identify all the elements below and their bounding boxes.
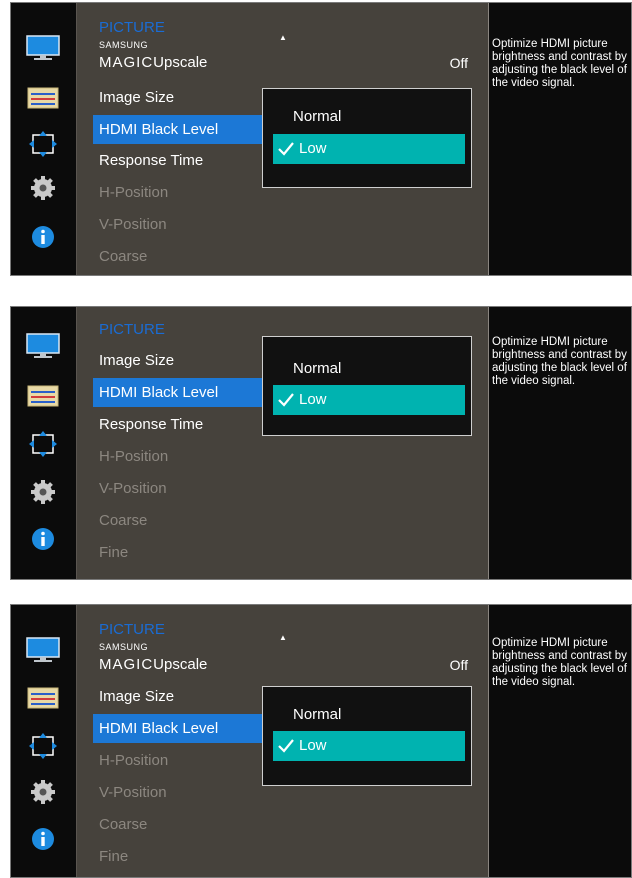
menu-item-h-position: H-Position — [99, 752, 169, 769]
checkmark-icon — [278, 393, 294, 407]
menu-item-magic-upscale[interactable]: SAMSUNG MAGICUpscale — [93, 642, 266, 679]
menu-header: PICTURE — [99, 621, 165, 638]
menu-item-hdmi-black-level[interactable]: HDMI Black Level — [93, 714, 266, 743]
sliders-icon[interactable] — [25, 85, 61, 111]
magic-upscale-value: Off — [449, 55, 468, 71]
checkmark-icon — [278, 142, 294, 156]
option-low-label: Low — [299, 737, 327, 754]
monitor-icon[interactable] — [25, 35, 61, 61]
sliders-icon[interactable] — [25, 685, 61, 711]
monitor-icon[interactable] — [25, 333, 61, 359]
help-description: Optimize HDMI picture brightness and con… — [492, 336, 627, 387]
picture-menu: PICTURE ▲ SAMSUNG MAGICUpscale Off Image … — [76, 3, 489, 275]
menu-item-magic-upscale[interactable]: SAMSUNG MAGICUpscale — [93, 40, 266, 77]
help-description: Optimize HDMI picture brightness and con… — [492, 637, 627, 688]
menu-item-h-position: H-Position — [99, 184, 169, 201]
picture-menu: PICTURE ▲ SAMSUNG MAGICUpscale Off Image … — [76, 605, 489, 877]
checkmark-icon — [278, 739, 294, 753]
menu-item-v-position: V-Position — [99, 784, 167, 801]
menu-item-image-size[interactable]: Image Size — [93, 83, 266, 112]
samsung-magic-logo: SAMSUNG MAGIC — [99, 40, 154, 71]
sidebar — [11, 3, 75, 275]
menu-item-v-position: V-Position — [99, 480, 167, 497]
scroll-up-icon[interactable]: ▲ — [279, 633, 287, 642]
monitor-icon[interactable] — [25, 637, 61, 663]
gear-icon[interactable] — [25, 479, 61, 505]
option-low-label: Low — [299, 391, 327, 408]
move-arrows-icon[interactable] — [25, 131, 61, 157]
menu-item-hdmi-black-level[interactable]: HDMI Black Level — [93, 378, 266, 407]
magic-upscale-label: Upscale — [153, 54, 208, 71]
sidebar — [11, 605, 75, 877]
help-description: Optimize HDMI picture brightness and con… — [492, 38, 627, 89]
samsung-magic-logo: SAMSUNG MAGIC — [99, 642, 154, 673]
menu-header: PICTURE — [99, 321, 165, 338]
gear-icon[interactable] — [25, 779, 61, 805]
option-low-label: Low — [299, 140, 327, 157]
option-normal[interactable]: Normal — [273, 102, 465, 132]
picture-menu: PICTURE Image Size HDMI Black Level Resp… — [76, 307, 489, 579]
move-arrows-icon[interactable] — [25, 431, 61, 457]
option-low[interactable]: Low — [273, 731, 465, 761]
option-low[interactable]: Low — [273, 385, 465, 415]
hdmi-black-level-dropdown: Normal Low — [262, 88, 472, 188]
gear-icon[interactable] — [25, 175, 61, 201]
option-low[interactable]: Low — [273, 134, 465, 164]
hdmi-black-level-dropdown: Normal Low — [262, 686, 472, 786]
sidebar — [11, 307, 75, 579]
scroll-up-icon[interactable]: ▲ — [279, 33, 287, 42]
option-normal[interactable]: Normal — [273, 354, 465, 384]
magic-upscale-value: Off — [449, 657, 468, 673]
info-icon[interactable] — [25, 526, 61, 552]
osd-screen-1: PICTURE ▲ SAMSUNG MAGICUpscale Off Image … — [10, 2, 632, 276]
menu-item-response-time[interactable]: Response Time — [93, 410, 266, 439]
menu-item-h-position: H-Position — [99, 448, 169, 465]
osd-screen-2: PICTURE Image Size HDMI Black Level Resp… — [10, 306, 632, 580]
menu-item-coarse: Coarse — [99, 248, 148, 265]
menu-item-response-time[interactable]: Response Time — [93, 146, 266, 175]
menu-item-fine: Fine — [99, 544, 129, 561]
menu-item-v-position: V-Position — [99, 216, 167, 233]
info-icon[interactable] — [25, 826, 61, 852]
menu-item-image-size[interactable]: Image Size — [93, 682, 266, 711]
menu-item-image-size[interactable]: Image Size — [93, 346, 266, 375]
menu-item-coarse: Coarse — [99, 512, 148, 529]
info-icon[interactable] — [25, 224, 61, 250]
hdmi-black-level-dropdown: Normal Low — [262, 336, 472, 436]
menu-item-coarse: Coarse — [99, 816, 148, 833]
move-arrows-icon[interactable] — [25, 733, 61, 759]
magic-upscale-label: Upscale — [153, 656, 208, 673]
menu-item-fine: Fine — [99, 848, 129, 865]
osd-screen-3: PICTURE ▲ SAMSUNG MAGICUpscale Off Image … — [10, 604, 632, 878]
menu-item-hdmi-black-level[interactable]: HDMI Black Level — [93, 115, 266, 144]
option-normal[interactable]: Normal — [273, 700, 465, 730]
menu-header: PICTURE — [99, 19, 165, 36]
sliders-icon[interactable] — [25, 383, 61, 409]
